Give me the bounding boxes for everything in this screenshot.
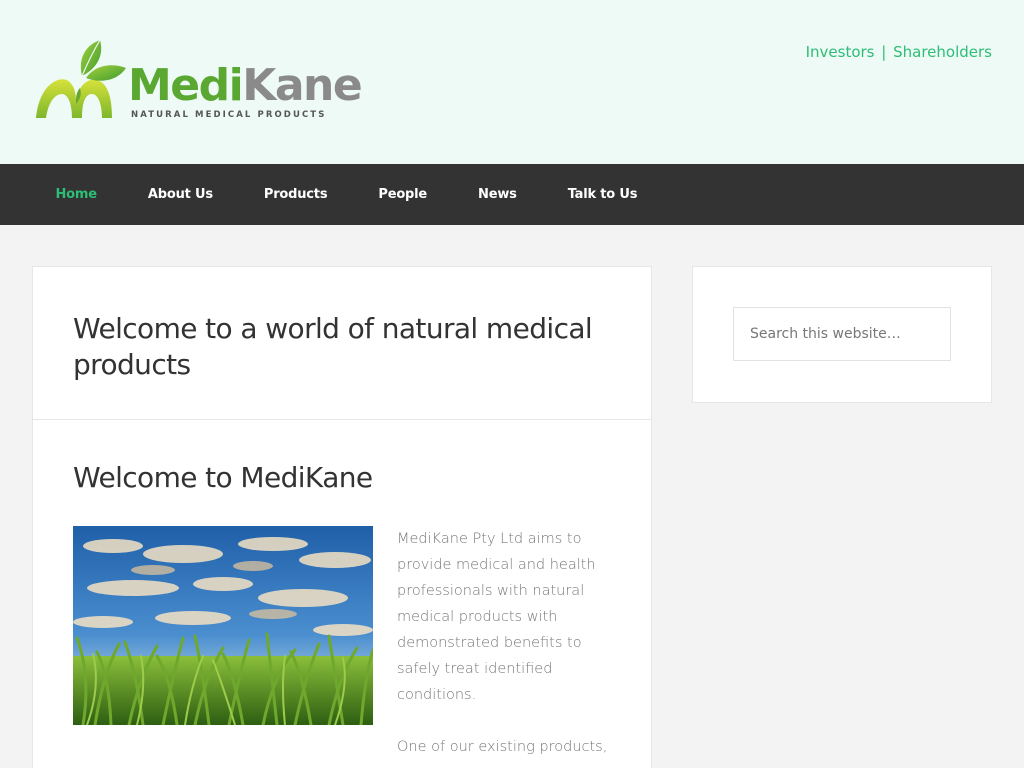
nav-item-home[interactable]: Home xyxy=(30,187,122,202)
sugarcane-field-photo xyxy=(73,526,373,725)
nav-item-about-us[interactable]: About Us xyxy=(122,187,238,202)
shareholders-link[interactable]: Shareholders xyxy=(893,43,992,61)
page-title-box: Welcome to a world of natural medical pr… xyxy=(33,267,651,420)
entry-body: MediKane Pty Ltd aims to provide medical… xyxy=(73,526,611,760)
logo-leaf-icon xyxy=(36,39,126,118)
page-title: Welcome to a world of natural medical pr… xyxy=(73,312,593,381)
header-links: Investors | Shareholders xyxy=(806,43,992,61)
investors-link[interactable]: Investors xyxy=(806,43,875,61)
logo-wordmark: MediKane xyxy=(128,60,363,111)
search-input[interactable] xyxy=(733,307,951,361)
nav-item-people[interactable]: People xyxy=(353,187,453,202)
entry: Welcome to MediKane MediKane Pty Ltd aim… xyxy=(33,420,651,760)
nav-item-products[interactable]: Products xyxy=(238,187,353,202)
sidebar xyxy=(692,266,992,403)
nav-item-talk-to-us[interactable]: Talk to Us xyxy=(542,187,663,202)
entry-title: Welcome to MediKane xyxy=(73,461,373,494)
logo-tagline: NATURAL MEDICAL PRODUCTS xyxy=(131,110,327,120)
entry-text: MediKane Pty Ltd aims to provide medical… xyxy=(397,526,611,760)
nav-item-news[interactable]: News xyxy=(453,187,543,202)
primary-nav: Home About Us Products People News Talk … xyxy=(0,164,1024,225)
link-separator: | xyxy=(881,43,887,61)
site-header: MediKane NATURAL MEDICAL PRODUCTS Invest… xyxy=(0,0,1024,164)
medikane-logo[interactable]: MediKane NATURAL MEDICAL PRODUCTS xyxy=(32,38,363,124)
main-content: Welcome to a world of natural medical pr… xyxy=(32,266,652,768)
entry-paragraph: One of our existing products, xyxy=(397,739,608,755)
entry-paragraph: MediKane Pty Ltd aims to provide medical… xyxy=(397,531,596,703)
